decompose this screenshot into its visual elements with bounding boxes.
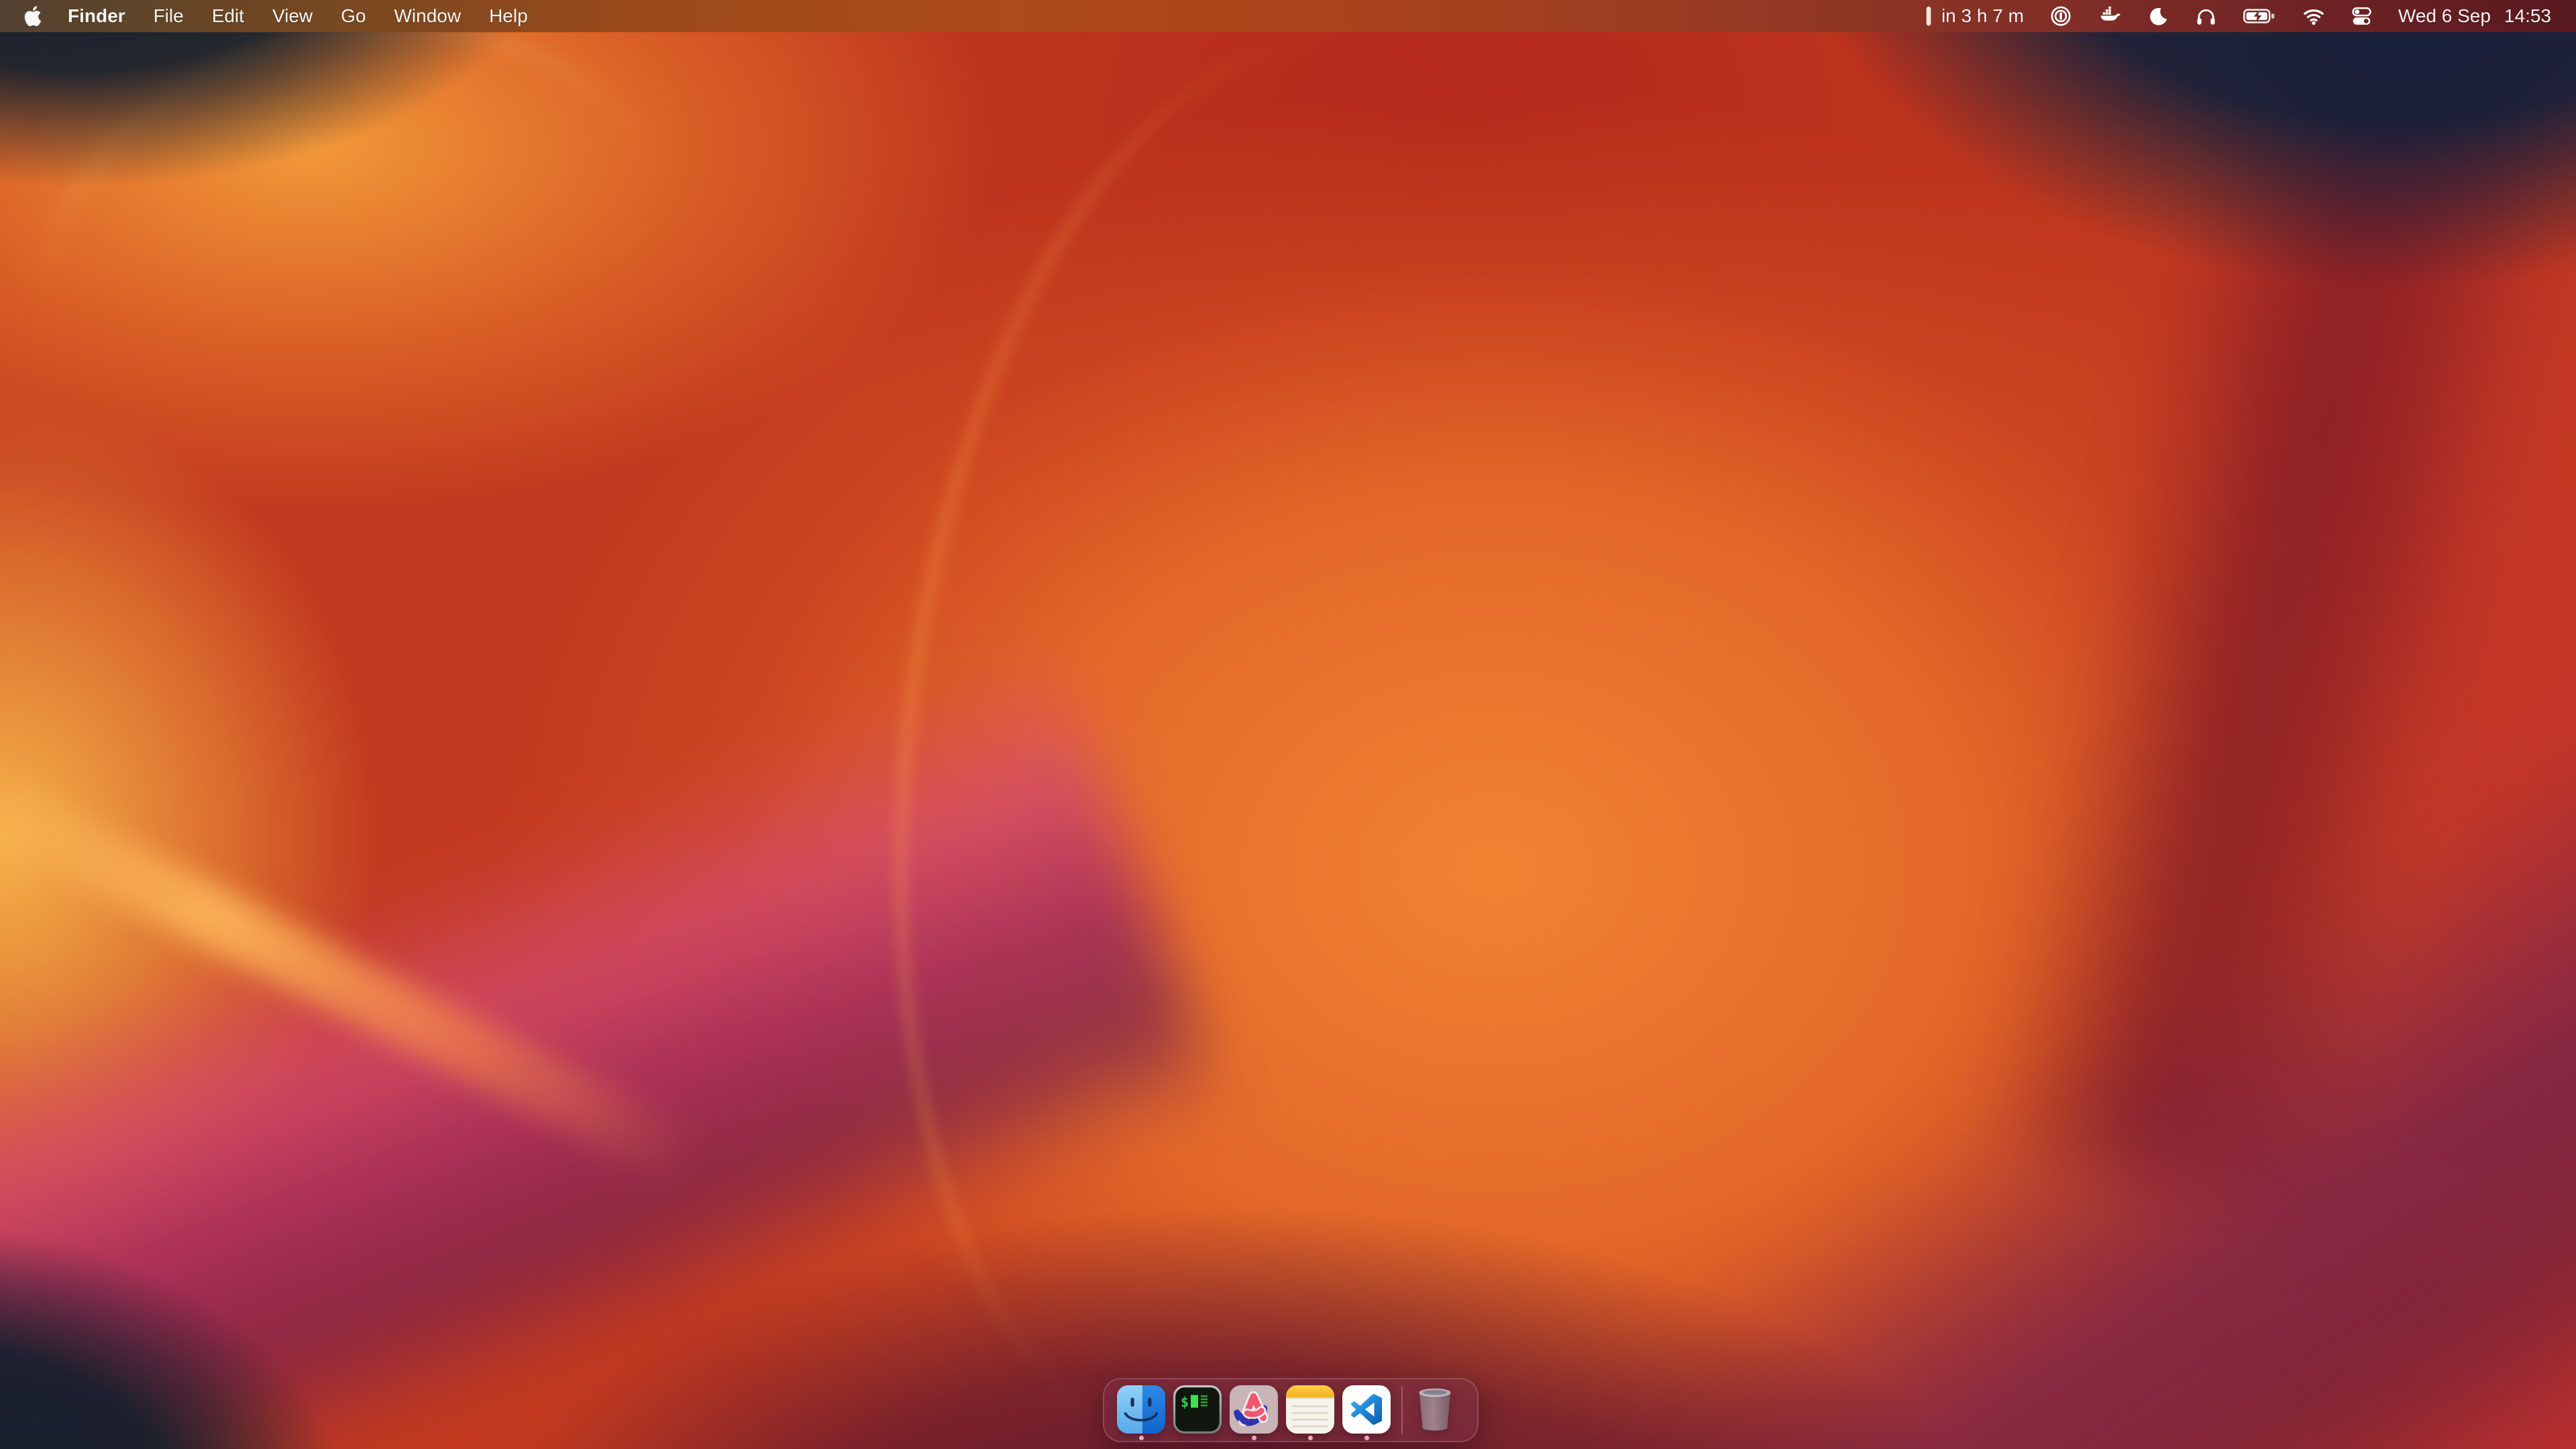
running-indicator <box>1252 1436 1256 1440</box>
running-indicator <box>1139 1436 1144 1440</box>
status-wifi[interactable] <box>2290 0 2338 32</box>
apple-logo-icon <box>23 6 43 26</box>
status-event-countdown[interactable]: in 3 h 7 m <box>1911 0 2037 32</box>
dock: $ <box>1103 1378 1479 1442</box>
arc-browser-icon <box>1230 1385 1278 1434</box>
menu-edit[interactable]: Edit <box>198 0 258 32</box>
menu-bar-status-area: in 3 h 7 m <box>1911 0 2564 32</box>
app-menu-finder[interactable]: Finder <box>54 0 140 32</box>
apple-menu[interactable] <box>12 0 54 32</box>
menu-bar: Finder File Edit View Go Window Help in … <box>0 0 2576 32</box>
trash-empty-icon <box>1413 1387 1456 1434</box>
power-rings-icon <box>2049 5 2072 28</box>
desktop-wallpaper[interactable] <box>0 0 2576 1449</box>
status-power-rings[interactable] <box>2037 0 2085 32</box>
status-docker[interactable] <box>2085 0 2135 32</box>
countdown-label: in 3 h 7 m <box>1941 5 2024 27</box>
menu-view[interactable]: View <box>258 0 327 32</box>
menu-window[interactable]: Window <box>380 0 475 32</box>
svg-text:$: $ <box>1181 1394 1189 1410</box>
dock-item-notes[interactable] <box>1286 1385 1334 1440</box>
dock-item-arc[interactable] <box>1230 1385 1278 1440</box>
battery-charging-icon <box>2243 5 2277 27</box>
menu-bar-date: Wed 6 Sep <box>2398 5 2491 27</box>
wallpaper-dark-corners <box>0 0 2576 1449</box>
menu-help[interactable]: Help <box>475 0 542 32</box>
terminal-icon: $ <box>1173 1385 1222 1434</box>
running-indicator <box>1308 1436 1313 1440</box>
focus-moon-icon <box>2147 5 2169 28</box>
headphones-icon <box>2195 5 2217 28</box>
menu-bar-left: Finder File Edit View Go Window Help <box>12 0 542 32</box>
wifi-icon <box>2302 5 2325 28</box>
menu-go[interactable]: Go <box>327 0 380 32</box>
status-control-center[interactable] <box>2338 0 2385 32</box>
control-center-icon <box>2351 5 2373 28</box>
dock-item-finder[interactable] <box>1117 1385 1165 1440</box>
desktop: Finder File Edit View Go Window Help in … <box>0 0 2576 1449</box>
countdown-bar-icon <box>1924 5 1933 28</box>
vscode-icon <box>1342 1385 1391 1434</box>
status-headphones[interactable] <box>2182 0 2230 32</box>
dock-separator <box>1401 1386 1403 1434</box>
finder-icon <box>1117 1385 1165 1434</box>
menu-bar-time: 14:53 <box>2504 5 2551 27</box>
status-clock[interactable]: Wed 6 Sep 14:53 <box>2385 0 2564 32</box>
status-focus[interactable] <box>2135 0 2182 32</box>
dock-item-trash[interactable] <box>1413 1385 1456 1441</box>
notes-icon <box>1286 1385 1334 1434</box>
running-indicator <box>1364 1436 1369 1440</box>
docker-whale-icon <box>2098 5 2122 28</box>
dock-item-vscode[interactable] <box>1342 1385 1391 1440</box>
status-battery[interactable] <box>2230 0 2290 32</box>
dock-item-terminal[interactable]: $ <box>1173 1385 1222 1440</box>
menu-file[interactable]: File <box>140 0 198 32</box>
